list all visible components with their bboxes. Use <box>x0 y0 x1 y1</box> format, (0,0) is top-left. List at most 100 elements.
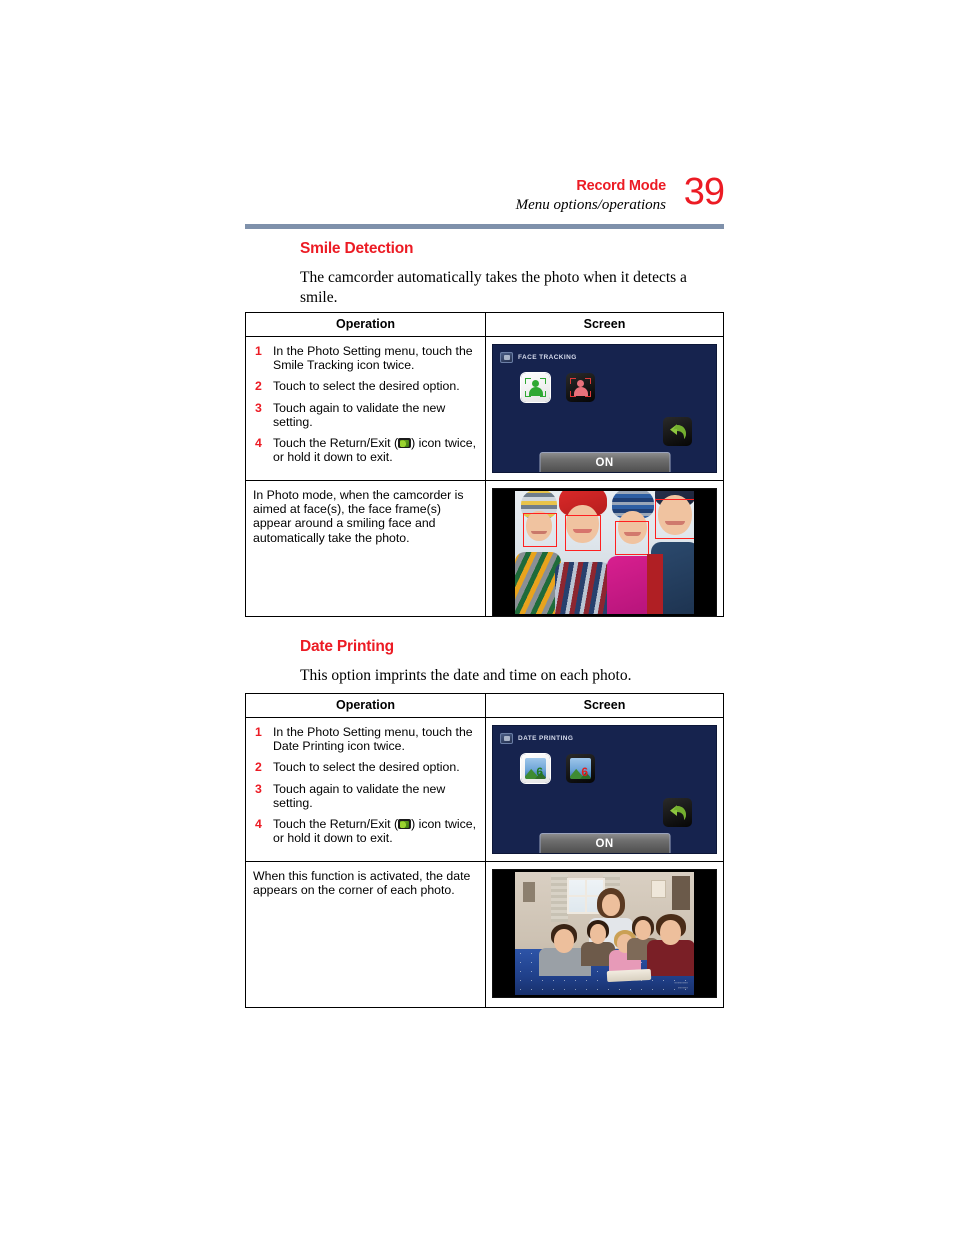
return-exit-icon[interactable] <box>663 417 692 446</box>
column-header-screen: Screen <box>583 317 626 331</box>
page-header: Record Mode Menu options/operations 39 <box>245 172 725 215</box>
screen-option-tiles: 6 6 <box>521 754 595 783</box>
face-head-shape <box>577 380 584 387</box>
step-text: In the Photo Setting menu, touch the Dat… <box>273 725 473 754</box>
face-tracking-off-icon[interactable] <box>566 373 595 402</box>
table-smile-detection: Operation Screen 1 In the Photo Setting … <box>245 312 724 617</box>
option-icon-inner <box>570 377 591 398</box>
open-book <box>606 968 652 983</box>
date-stamp-line2: ▫▫▫▫▫▫ <box>677 985 688 990</box>
photo-setting-icon <box>500 352 513 363</box>
photo-cell <box>486 481 723 617</box>
photo-person-boy-right <box>647 914 694 976</box>
face-green-glyph <box>525 377 546 398</box>
camcorder-screen-face-tracking: FACE TRACKING ON <box>492 344 717 473</box>
operation-cell: 1 In the Photo Setting menu, touch the S… <box>246 337 486 480</box>
bracket-top-left-icon <box>570 378 576 384</box>
header-rule <box>245 224 724 229</box>
screen-option-tiles <box>521 373 595 402</box>
step-item: 1 In the Photo Setting menu, touch the S… <box>253 344 477 372</box>
face-red-glyph <box>570 377 591 398</box>
step-number: 4 <box>255 817 262 832</box>
step-number: 3 <box>255 781 262 796</box>
photo-date-stamp: ▫▫▫▫▫▫▫▫ ▫▫▫▫▫▫ <box>675 980 688 990</box>
return-exit-icon <box>398 819 412 830</box>
step-number: 3 <box>255 400 262 415</box>
curtain-left <box>551 874 568 922</box>
note-text: When this function is activated, the dat… <box>253 869 471 898</box>
header-chapter-title: Record Mode <box>576 178 666 194</box>
table-header-row: Operation Screen <box>246 694 723 718</box>
step-text: Touch the Return/Exit ( <box>273 817 399 832</box>
face-body-shape <box>573 387 588 396</box>
note-cell: In Photo mode, when the camcorder is aim… <box>246 481 486 616</box>
photo-setting-icon <box>500 733 513 744</box>
face-frame <box>523 513 557 547</box>
date-printing-off-icon[interactable]: 6 <box>566 754 595 783</box>
table-row: When this function is activated, the dat… <box>246 862 723 1007</box>
face-tracking-on-icon[interactable] <box>521 373 550 402</box>
document-page: Record Mode Menu options/operations 39 S… <box>0 0 954 1235</box>
screen-cell: DATE PRINTING 6 6 ON <box>486 718 723 861</box>
camcorder-screen-date-printing: DATE PRINTING 6 6 ON <box>492 725 717 854</box>
header-text-block: Record Mode Menu options/operations <box>245 178 724 215</box>
step-text: Touch the Return/Exit ( <box>273 436 399 451</box>
step-text: In the Photo Setting menu, touch the Smi… <box>273 344 473 373</box>
step-text: Touch to select the desired option. <box>273 379 460 394</box>
step-text: Touch again to validate the new setting. <box>273 781 446 810</box>
note-cell: When this function is activated, the dat… <box>246 862 486 1007</box>
table-row: 1 In the Photo Setting menu, touch the S… <box>246 337 723 481</box>
step-text: Touch to select the desired option. <box>273 760 460 775</box>
screen-menu-label: FACE TRACKING <box>518 354 577 361</box>
step-item: 1 In the Photo Setting menu, touch the D… <box>253 725 477 753</box>
steps-list: 1 In the Photo Setting menu, touch the S… <box>253 344 477 464</box>
date-photo-red-glyph: 6 <box>570 758 591 779</box>
date-digit: 6 <box>581 765 588 779</box>
section-heading-date-printing: Date Printing <box>300 638 394 655</box>
step-item: 2 Touch to select the desired option. <box>253 379 477 393</box>
wall-picture-left <box>523 882 535 902</box>
screen-title-bar: FACE TRACKING <box>500 352 577 363</box>
step-item: 3 Touch again to validate the new settin… <box>253 782 477 810</box>
screen-status-label: ON <box>595 837 614 850</box>
section-intro-smile-detection: The camcorder automatically takes the ph… <box>300 269 687 306</box>
bracket-top-right-icon <box>540 378 546 384</box>
bracket-top-left-icon <box>525 378 531 384</box>
table-date-printing: Operation Screen 1 In the Photo Setting … <box>245 693 724 1008</box>
column-header-operation: Operation <box>246 694 486 717</box>
return-exit-icon <box>398 438 412 449</box>
page-number: 39 <box>683 171 725 213</box>
section-intro-date-printing: This option imprints the date and time o… <box>300 667 632 684</box>
step-number: 4 <box>255 436 262 451</box>
step-number: 1 <box>255 725 262 739</box>
photo-content <box>515 491 694 614</box>
screen-cell: FACE TRACKING ON <box>486 337 723 480</box>
photo-person-woman <box>555 491 611 614</box>
bracket-top-right-icon <box>585 378 591 384</box>
face-body-shape <box>528 387 543 396</box>
screen-menu-label: DATE PRINTING <box>518 735 574 742</box>
screen-title-bar: DATE PRINTING <box>500 733 573 744</box>
table-header-row: Operation Screen <box>246 313 723 337</box>
return-exit-icon[interactable] <box>663 798 692 827</box>
date-digit: 6 <box>536 765 543 779</box>
option-icon-inner <box>525 377 546 398</box>
photo-content: ▫▫▫▫▫▫▫▫ ▫▫▫▫▫▫ <box>515 872 694 995</box>
date-printing-on-icon[interactable]: 6 <box>521 754 550 783</box>
header-subtitle: Menu options/operations <box>515 197 666 213</box>
note-text: In Photo mode, when the camcorder is aim… <box>253 488 464 545</box>
step-text: Touch again to validate the new setting. <box>273 400 446 429</box>
face-head-shape <box>532 380 539 387</box>
step-item: 2 Touch to select the desired option. <box>253 760 477 774</box>
option-icon-inner: 6 <box>525 758 546 779</box>
section-heading-smile-detection: Smile Detection <box>300 240 414 257</box>
photo-cell: ▫▫▫▫▫▫▫▫ ▫▫▫▫▫▫ <box>486 862 723 1007</box>
return-arrow-glyph <box>670 805 686 820</box>
wall-picture-right <box>651 880 666 898</box>
step-item: 4 Touch the Return/Exit () icon twice, o… <box>253 817 477 845</box>
face-frame <box>565 515 601 551</box>
option-icon-inner: 6 <box>570 758 591 779</box>
table-row: 1 In the Photo Setting menu, touch the D… <box>246 718 723 862</box>
step-item: 3 Touch again to validate the new settin… <box>253 401 477 429</box>
step-number: 2 <box>255 760 262 775</box>
